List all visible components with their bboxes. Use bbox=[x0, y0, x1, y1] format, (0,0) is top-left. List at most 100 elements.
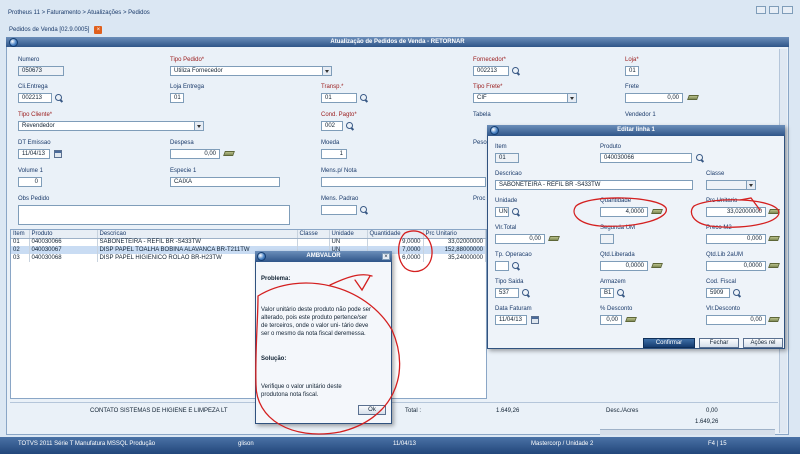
vlr-desconto-field[interactable]: 0,00 bbox=[706, 315, 766, 325]
table-row[interactable]: 01 040030066 SABONETEIRA - REFIL BR -S43… bbox=[11, 238, 486, 246]
search-icon[interactable] bbox=[55, 94, 62, 101]
fechar-button[interactable]: Fechar bbox=[699, 338, 739, 348]
quantidade-field[interactable]: 4,0000 bbox=[600, 207, 648, 217]
moeda-field[interactable]: 1 bbox=[321, 149, 347, 159]
col-produto[interactable]: Produto bbox=[29, 230, 98, 239]
search-icon[interactable] bbox=[360, 206, 367, 213]
status-bar: TOTVS 2011 Série T Manufatura MSSQL Prod… bbox=[0, 437, 800, 454]
search-icon[interactable] bbox=[360, 94, 367, 101]
pct-desconto-field[interactable]: 0,00 bbox=[600, 315, 622, 325]
data-faturam-field[interactable]: 11/04/13 bbox=[495, 315, 527, 325]
search-icon[interactable] bbox=[522, 289, 529, 296]
chevron-down-icon[interactable] bbox=[322, 67, 331, 75]
calendar-icon[interactable] bbox=[531, 316, 539, 324]
loja-field[interactable]: 01 bbox=[625, 66, 639, 76]
tp-operacao-field[interactable] bbox=[495, 261, 509, 271]
qtd-lib-2aum-field[interactable]: 0,0000 bbox=[706, 261, 766, 271]
search-icon[interactable] bbox=[512, 262, 519, 269]
eraser-icon[interactable] bbox=[768, 236, 780, 241]
desc-acres-value: 0,00 bbox=[706, 408, 718, 414]
chevron-down-icon[interactable] bbox=[746, 181, 755, 189]
search-icon[interactable] bbox=[512, 67, 519, 74]
tab-pedidos-de-venda[interactable]: Pedidos de Venda [02.9.0005] × bbox=[6, 25, 103, 35]
numero-field[interactable]: 050673 bbox=[18, 66, 64, 76]
item-field[interactable]: 01 bbox=[495, 153, 519, 163]
obs-pedido-field[interactable] bbox=[18, 205, 290, 225]
cond-pagto-field[interactable]: 002 bbox=[321, 121, 343, 131]
classe-select[interactable] bbox=[706, 180, 756, 190]
vlr-desconto-label: Vlr.Desconto bbox=[706, 306, 741, 312]
search-icon[interactable] bbox=[512, 208, 519, 215]
qtd-liberada-field[interactable]: 0,0000 bbox=[600, 261, 648, 271]
preco-m2-field[interactable]: 0,000 bbox=[706, 234, 766, 244]
col-quantidade[interactable]: Quantidade bbox=[367, 230, 424, 239]
minimize-button[interactable] bbox=[756, 6, 766, 14]
mens-nota-field[interactable] bbox=[321, 177, 486, 187]
despesa-label: Despesa bbox=[170, 140, 194, 146]
eraser-icon[interactable] bbox=[768, 317, 780, 322]
col-prc-unitario[interactable]: Prc Unitario bbox=[423, 230, 486, 239]
search-icon[interactable] bbox=[617, 289, 624, 296]
segunda-um-field[interactable] bbox=[600, 234, 614, 244]
eraser-icon[interactable] bbox=[548, 236, 560, 241]
eraser-icon[interactable] bbox=[768, 263, 780, 268]
acoes-relacionadas-button[interactable]: Ações rel bbox=[743, 338, 783, 348]
col-unidade[interactable]: Unidade bbox=[329, 230, 368, 239]
tipo-frete-select[interactable]: CIF bbox=[473, 93, 577, 103]
calendar-icon[interactable] bbox=[54, 150, 62, 158]
cod-fiscal-field[interactable]: 5909 bbox=[706, 288, 730, 298]
vlr-total-field[interactable]: 0,00 bbox=[495, 234, 545, 244]
descricao-field[interactable]: SABONETEIRA - REFIL BR -S433TW bbox=[495, 180, 693, 190]
especie-field[interactable]: CAIXA bbox=[170, 177, 280, 187]
prc-unitario-field[interactable]: 33,02000000 bbox=[706, 207, 766, 217]
eraser-icon[interactable] bbox=[651, 263, 663, 268]
solucao-heading: Solução: bbox=[261, 356, 287, 362]
qtd-lib-2aum-label: Qtd.Lib 2aUM bbox=[706, 252, 744, 258]
col-item[interactable]: Item bbox=[11, 230, 30, 239]
form-title: Atualização de Pedidos de Venda - RETORN… bbox=[330, 39, 465, 45]
maximize-button[interactable] bbox=[769, 6, 779, 14]
loja-entrega-field[interactable]: 01 bbox=[170, 93, 184, 103]
ok-button[interactable]: Ok bbox=[358, 405, 386, 415]
cell-produto: 040030066 bbox=[29, 238, 98, 246]
window-controls bbox=[756, 4, 796, 16]
table-row[interactable]: 02 040030067 DISP PAPEL TOALHA BOBINA AL… bbox=[11, 246, 486, 254]
despesa-field[interactable]: 0,00 bbox=[170, 149, 220, 159]
cli-entrega-field[interactable]: 002213 bbox=[18, 93, 52, 103]
confirmar-button[interactable]: Confirmar bbox=[643, 338, 695, 348]
eraser-icon[interactable] bbox=[687, 95, 699, 100]
descricao-label: Descricao bbox=[495, 171, 522, 177]
col-classe[interactable]: Classe bbox=[297, 230, 330, 239]
mens-padrao-field[interactable] bbox=[321, 205, 357, 215]
company-name: CONTATO SISTEMAS DE HIGIENE E LIMPEZA LT bbox=[90, 408, 228, 414]
search-icon[interactable] bbox=[696, 154, 703, 161]
items-grid: Item Produto Descricao Classe Unidade Qu… bbox=[10, 229, 487, 399]
chevron-down-icon[interactable] bbox=[194, 122, 203, 130]
transp-field[interactable]: 01 bbox=[321, 93, 357, 103]
eraser-icon[interactable] bbox=[768, 209, 780, 214]
close-tab-icon[interactable]: × bbox=[94, 26, 103, 34]
eraser-icon[interactable] bbox=[651, 209, 663, 214]
eraser-icon[interactable] bbox=[625, 317, 637, 322]
fornecedor-field[interactable]: 002213 bbox=[473, 66, 509, 76]
alert-close-icon[interactable]: × bbox=[382, 253, 390, 260]
unidade-field[interactable]: UN bbox=[495, 207, 509, 217]
produto-field[interactable]: 040030066 bbox=[600, 153, 692, 163]
chevron-down-icon[interactable] bbox=[567, 94, 576, 102]
armazem-field[interactable]: B1 bbox=[600, 288, 614, 298]
eraser-icon[interactable] bbox=[223, 151, 235, 156]
search-icon[interactable] bbox=[346, 122, 353, 129]
tipo-frete-label: Tipo Frete* bbox=[473, 84, 503, 90]
total-label: Total : bbox=[405, 408, 422, 414]
volume-field[interactable]: 0 bbox=[18, 177, 42, 187]
tipo-saida-field[interactable]: 537 bbox=[495, 288, 519, 298]
col-descricao[interactable]: Descricao bbox=[97, 230, 298, 239]
cell-preco: 33,02000000 bbox=[423, 238, 486, 246]
close-button[interactable] bbox=[782, 6, 793, 14]
table-row[interactable]: 03 040030068 DISP PAPEL HIGIENICO ROLAO … bbox=[11, 254, 486, 262]
dt-emissao-field[interactable]: 11/04/13 bbox=[18, 149, 50, 159]
tipo-pedido-select[interactable]: Utiliza Fornecedor bbox=[170, 66, 332, 76]
search-icon[interactable] bbox=[733, 289, 740, 296]
tipo-cliente-select[interactable]: Revendedor bbox=[18, 121, 204, 131]
frete-field[interactable]: 0,00 bbox=[625, 93, 683, 103]
